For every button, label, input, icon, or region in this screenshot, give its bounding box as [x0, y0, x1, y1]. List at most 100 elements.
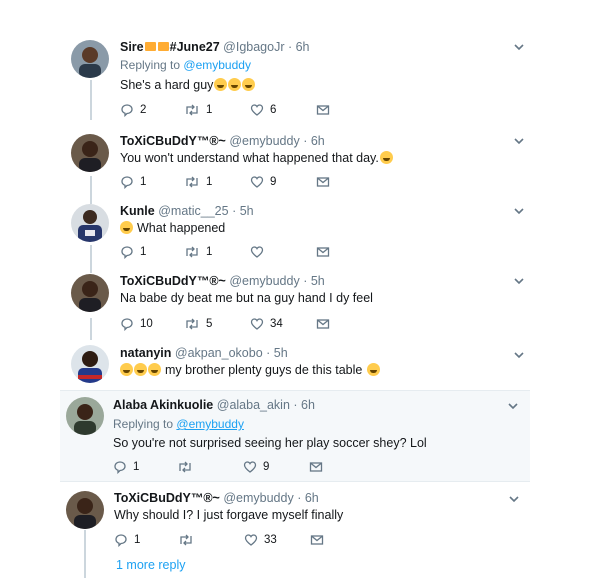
author-handle[interactable]: @emybuddy: [229, 274, 299, 288]
envelope-icon: [316, 319, 330, 329]
author-handle[interactable]: @matic__25: [158, 204, 228, 218]
retweet-button[interactable]: 1: [184, 173, 212, 191]
chevron-down-icon[interactable]: [512, 40, 526, 54]
rolling-laughing-emoji-icon: [379, 151, 393, 164]
tweet[interactable]: ToXiCBuDdY™®~ @emybuddy · 5h Na babe dy …: [0, 265, 591, 335]
tweet[interactable]: Kunle @matic__25 · 5h What happened 1 1: [0, 195, 591, 265]
avatar[interactable]: [71, 274, 109, 312]
author-name[interactable]: Sire: [120, 40, 144, 54]
avatar[interactable]: [71, 204, 109, 242]
more-replies-link[interactable]: 1 more reply: [116, 558, 185, 572]
retweet-count: 1: [206, 176, 213, 188]
sweat-smile-emoji-icon: [148, 363, 161, 376]
avatar[interactable]: [66, 491, 104, 529]
retweet-button[interactable]: [178, 531, 200, 549]
author-name[interactable]: natanyin: [120, 346, 171, 360]
author-name-suffix[interactable]: #June27: [170, 40, 220, 54]
tweet[interactable]: Sire #June27 @IgbagoJr · 6h Replying to @…: [0, 0, 591, 125]
heart-icon: [250, 246, 264, 258]
reply-count: 1: [133, 461, 140, 473]
tweet[interactable]: ToXiCBuDdY™®~ @emybuddy · 6h Why should …: [0, 480, 591, 558]
author-handle[interactable]: @emybuddy: [223, 491, 293, 505]
like-button[interactable]: 6: [250, 101, 276, 119]
author-name[interactable]: Alaba Akinkuolie: [113, 398, 213, 412]
like-button[interactable]: 9: [243, 458, 269, 476]
chevron-down-icon[interactable]: [512, 348, 526, 362]
like-button[interactable]: [250, 243, 270, 261]
direct-message-button[interactable]: [310, 531, 330, 549]
reply-button[interactable]: 2: [120, 101, 146, 119]
like-button[interactable]: 33: [244, 531, 277, 549]
chevron-down-icon[interactable]: [512, 134, 526, 148]
laughing-emoji-icon: [366, 363, 380, 376]
direct-message-button[interactable]: [309, 458, 329, 476]
direct-message-button[interactable]: [316, 315, 336, 333]
author-name[interactable]: ToXiCBuDdY™®~: [120, 134, 226, 148]
direct-message-button[interactable]: [316, 243, 336, 261]
replying-to-link[interactable]: @emybuddy: [176, 417, 244, 431]
retweet-button[interactable]: 5: [184, 315, 212, 333]
tweet-time[interactable]: 5h: [311, 274, 325, 288]
author-name[interactable]: ToXiCBuDdY™®~: [120, 274, 226, 288]
direct-message-button[interactable]: [316, 101, 336, 119]
tweet[interactable]: natanyin @akpan_okobo · 5h my brother pl…: [0, 335, 591, 390]
reply-icon: [121, 176, 133, 190]
reply-button[interactable]: 1: [114, 531, 140, 549]
retweet-count: 1: [206, 104, 213, 116]
avatar[interactable]: [71, 40, 109, 78]
reply-button[interactable]: 1: [120, 173, 146, 191]
tweet-text: Why should I? I just forgave myself fina…: [114, 508, 344, 522]
like-count: 34: [270, 318, 283, 330]
avatar[interactable]: [71, 134, 109, 172]
reply-icon: [121, 104, 133, 118]
tweet-text: What happened: [137, 221, 226, 235]
tweet-time[interactable]: 6h: [301, 398, 315, 412]
tweet-time[interactable]: 5h: [240, 204, 254, 218]
author-name[interactable]: Kunle: [120, 204, 155, 218]
reply-button[interactable]: 1: [120, 243, 146, 261]
tweet-time[interactable]: 6h: [305, 491, 319, 505]
retweet-icon: [180, 534, 192, 546]
chevron-down-icon[interactable]: [506, 399, 520, 413]
laughing-emoji-icon: [228, 78, 242, 91]
like-button[interactable]: 34: [250, 315, 283, 333]
author-name[interactable]: ToXiCBuDdY™®~: [114, 491, 220, 505]
author-handle[interactable]: @emybuddy: [229, 134, 299, 148]
reply-icon: [121, 318, 133, 332]
retweet-button[interactable]: 1: [184, 243, 212, 261]
avatar[interactable]: [71, 345, 109, 383]
chevron-down-icon[interactable]: [507, 492, 521, 506]
retweet-button[interactable]: 1: [184, 101, 212, 119]
crown-emoji-icon: [144, 42, 156, 51]
tweet-time[interactable]: 5h: [274, 346, 288, 360]
tweet[interactable]: ToXiCBuDdY™®~ @emybuddy · 6h You won't u…: [0, 125, 591, 195]
like-button[interactable]: 9: [250, 173, 276, 191]
author-handle[interactable]: @alaba_akin: [217, 398, 290, 412]
retweet-button[interactable]: [177, 458, 199, 476]
author-handle[interactable]: @IgbagoJr: [223, 40, 284, 54]
heart-icon: [250, 176, 264, 188]
reply-button[interactable]: 1: [113, 458, 139, 476]
reply-icon: [115, 534, 127, 548]
envelope-icon: [316, 247, 330, 257]
direct-message-button[interactable]: [316, 173, 336, 191]
chevron-down-icon[interactable]: [512, 204, 526, 218]
heart-icon: [244, 534, 258, 546]
tweet-time[interactable]: 6h: [296, 40, 310, 54]
tweet[interactable]: Alaba Akinkuolie @alaba_akin · 6h Replyi…: [60, 390, 530, 482]
reply-button[interactable]: 10: [120, 315, 153, 333]
envelope-icon: [309, 462, 323, 472]
retweet-count: 1: [206, 246, 213, 258]
avatar[interactable]: [66, 397, 104, 435]
reply-count: 10: [140, 318, 153, 330]
like-count: 6: [270, 104, 277, 116]
author-handle[interactable]: @akpan_okobo: [175, 346, 263, 360]
tweet-text: So you're not surprised seeing her play …: [113, 436, 427, 450]
chevron-down-icon[interactable]: [512, 274, 526, 288]
tweet-time[interactable]: 6h: [311, 134, 325, 148]
replying-to-link[interactable]: @emybuddy: [183, 58, 251, 72]
tweet-text: my brother plenty guys de this table: [165, 363, 363, 377]
laughing-emoji-icon: [120, 221, 133, 234]
retweet-icon: [179, 461, 191, 473]
heart-icon: [250, 318, 264, 330]
